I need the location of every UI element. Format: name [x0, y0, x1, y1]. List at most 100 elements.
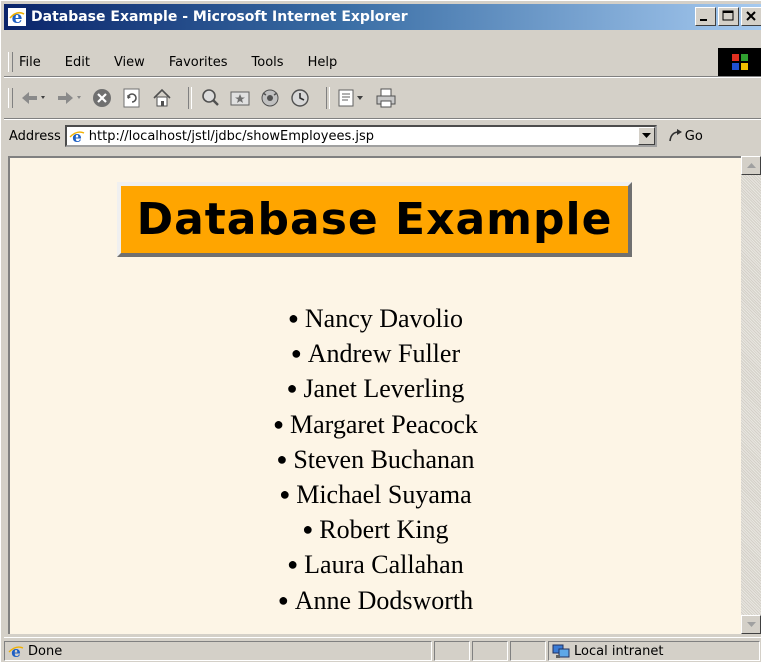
stop-icon — [93, 89, 111, 107]
employee-name: Laura Callahan — [304, 550, 464, 580]
media-button[interactable] — [259, 87, 281, 109]
chevron-down-icon — [746, 621, 756, 627]
employee-name: Margaret Peacock — [289, 409, 478, 439]
search-icon — [202, 89, 219, 106]
favorites-icon — [230, 91, 250, 106]
local-intranet-icon — [552, 644, 570, 658]
employee-name: Nancy Davolio — [304, 304, 463, 333]
window-title: Database Example - Microsoft Internet Ex… — [31, 9, 408, 25]
back-button[interactable] — [19, 88, 47, 108]
security-zone: Local intranet — [574, 643, 664, 659]
minimize-button[interactable] — [695, 7, 716, 26]
page-ie-icon: e — [69, 128, 85, 146]
page-content: Database Example ● Nancy Davolio ● Andrew … — [8, 156, 741, 634]
toolbar-separator-2 — [326, 87, 330, 109]
employee-name: Andrew Fuller — [307, 339, 461, 369]
refresh-icon — [123, 88, 140, 108]
bullet-icon: ● — [290, 343, 302, 364]
home-button[interactable] — [151, 87, 173, 109]
status-text: Done — [28, 643, 63, 659]
bullet-icon: ● — [277, 589, 289, 610]
menu-view[interactable]: View — [114, 55, 145, 70]
list-item: ● Michael Suyama — [10, 477, 741, 512]
svg-text:e: e — [12, 8, 23, 26]
list-item: ● Robert King — [10, 512, 741, 547]
bullet-icon: ● — [276, 448, 288, 469]
window-controls — [695, 7, 761, 26]
bullet-icon: ● — [273, 413, 284, 434]
forward-icon — [58, 92, 81, 104]
home-icon — [153, 88, 171, 107]
scroll-down-button[interactable] — [741, 615, 761, 634]
toolbar-separator — [188, 87, 192, 109]
go-button[interactable]: Go — [667, 127, 703, 145]
status-main-panel: e Done — [4, 641, 432, 661]
status-bar: e Done Local intranet — [4, 637, 761, 664]
stop-button[interactable] — [91, 87, 113, 109]
address-bar: Address e http://localhost/jstl/jdbc/sho… — [4, 119, 761, 152]
status-panel-empty-3 — [510, 641, 546, 661]
close-icon — [746, 11, 756, 21]
employee-name: Anne Dodsworth — [294, 585, 474, 615]
list-item: ● Steven Buchanan — [10, 442, 741, 477]
menu-file[interactable]: File — [19, 55, 41, 70]
address-dropdown-button[interactable] — [637, 127, 655, 145]
media-icon — [261, 89, 279, 107]
address-url: http://localhost/jstl/jdbc/showEmployees… — [88, 128, 374, 144]
status-panel-empty-2 — [472, 641, 508, 661]
forward-button[interactable] — [55, 88, 83, 108]
list-item: ● Andrew Fuller — [10, 336, 741, 371]
page-title: Database Example — [136, 194, 613, 245]
status-zone-panel: Local intranet — [548, 641, 760, 661]
ie-icon: e — [8, 8, 26, 28]
bullet-icon: ● — [302, 519, 314, 540]
go-label: Go — [684, 128, 703, 144]
title-bar: e Database Example - Microsoft Internet … — [4, 4, 761, 30]
print-button[interactable] — [375, 87, 397, 109]
history-button[interactable] — [289, 87, 311, 109]
chevron-down-icon — [641, 133, 651, 138]
banner: Database Example — [117, 182, 632, 257]
maximize-button[interactable] — [718, 7, 739, 26]
list-item: ● Janet Leverling — [10, 371, 741, 406]
refresh-button[interactable] — [121, 87, 143, 109]
mail-button[interactable] — [337, 87, 367, 109]
menu-favorites[interactable]: Favorites — [169, 55, 228, 70]
menubar-grip[interactable] — [8, 52, 13, 72]
bullet-icon: ● — [288, 308, 299, 328]
svg-text:e: e — [72, 128, 82, 144]
vertical-scrollbar[interactable] — [741, 156, 761, 634]
windows-logo — [718, 48, 761, 76]
scroll-up-button[interactable] — [741, 156, 761, 175]
svg-text:e: e — [11, 643, 21, 659]
list-item: ● Nancy Davolio — [10, 301, 741, 336]
menu-edit[interactable]: Edit — [65, 55, 90, 70]
history-icon — [291, 89, 309, 107]
minimize-icon — [700, 19, 707, 21]
list-item: ● Anne Dodsworth — [10, 583, 741, 618]
status-panel-empty-1 — [434, 641, 470, 661]
chevron-up-icon — [746, 162, 756, 168]
menu-bar: File Edit View Favorites Tools Help — [4, 48, 761, 77]
address-input[interactable]: e http://localhost/jstl/jdbc/showEmploye… — [64, 125, 657, 147]
toolbar-grip[interactable] — [8, 88, 13, 108]
browser-window: e Database Example - Microsoft Internet … — [0, 0, 761, 662]
menu-tools[interactable]: Tools — [252, 55, 284, 70]
menu-help[interactable]: Help — [308, 55, 338, 70]
mail-icon — [338, 89, 363, 107]
address-label: Address — [9, 128, 61, 144]
bullet-icon: ● — [279, 484, 291, 505]
standard-toolbar — [4, 77, 761, 119]
bullet-icon: ● — [287, 554, 299, 575]
windows-flag-icon — [732, 54, 748, 70]
search-button[interactable] — [199, 87, 221, 109]
banner-table: Database Example — [117, 182, 632, 257]
back-icon — [22, 92, 45, 104]
print-icon — [376, 88, 396, 108]
close-button[interactable] — [741, 7, 761, 26]
favorites-button[interactable] — [229, 87, 251, 109]
bullet-icon: ● — [286, 378, 298, 399]
list-item: ● Margaret Peacock — [10, 407, 741, 442]
employee-name: Steven Buchanan — [293, 444, 475, 474]
employee-name: Michael Suyama — [296, 480, 472, 510]
